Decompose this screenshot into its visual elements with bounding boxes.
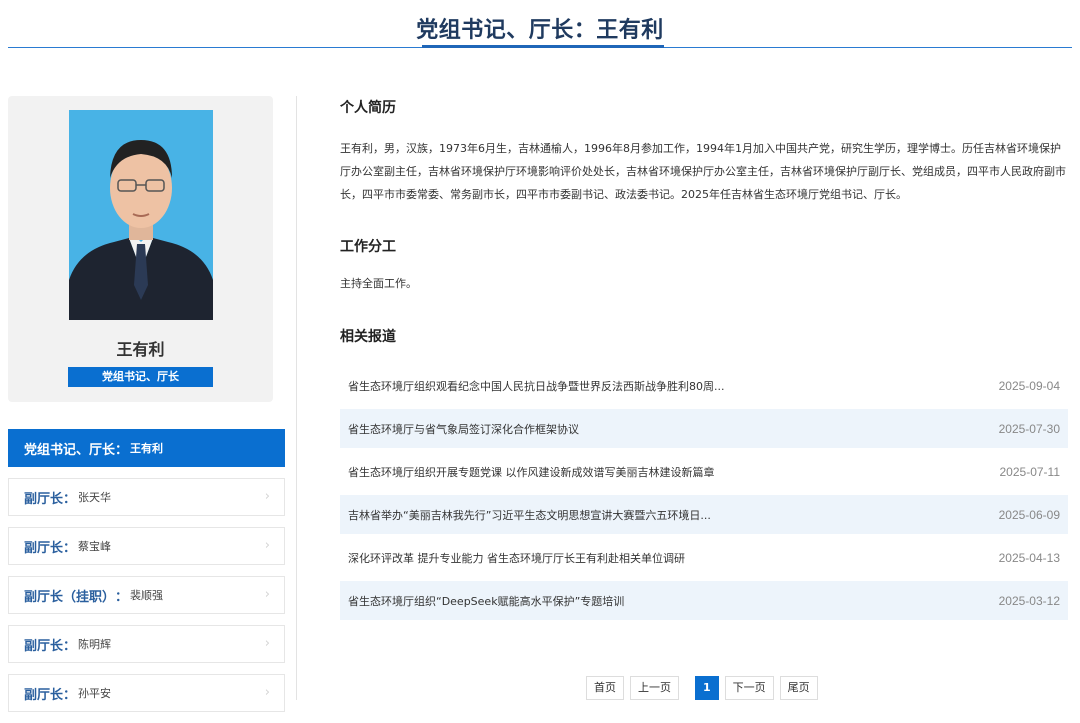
chevron-right-icon: › bbox=[264, 587, 270, 602]
news-item-title[interactable]: 省生态环境厅组织观看纪念中国人民抗日战争暨世界反法西斯战争胜利80周... bbox=[348, 378, 724, 394]
news-item[interactable]: 深化环评改革 提升专业能力 省生态环境厅厅长王有利赴相关单位调研 2025-04… bbox=[340, 538, 1068, 577]
nav-item-separator: ： bbox=[63, 540, 77, 556]
nav-item-separator: ： bbox=[115, 442, 129, 458]
news-item-date: 2025-07-30 bbox=[998, 421, 1060, 436]
current-page-button[interactable]: 1 bbox=[695, 676, 719, 700]
nav-item-separator: ： bbox=[115, 589, 129, 605]
news-item-title[interactable]: 省生态环境厅与省气象局签订深化合作框架协议 bbox=[348, 421, 579, 437]
prev-page-button[interactable]: 上一页 bbox=[630, 676, 679, 700]
news-item-date: 2025-04-13 bbox=[998, 550, 1060, 565]
profile-name: 王有利 bbox=[116, 340, 165, 359]
news-item[interactable]: 吉林省举办“美丽吉林我先行”习近平生态文明思想宣讲大赛暨六五环境日... 202… bbox=[340, 495, 1068, 534]
nav-item-role: 副厅长 bbox=[24, 491, 64, 507]
nav-item-separator: ： bbox=[63, 638, 77, 654]
news-item-date: 2025-07-11 bbox=[999, 464, 1061, 479]
pagination: 首页 上一页 1 下一页 尾页 bbox=[586, 676, 818, 700]
bio-text: 王有利，男，汉族，1973年6月生，吉林通榆人，1996年8月参加工作，1994… bbox=[340, 142, 1066, 201]
nav-item-cai-baofeng[interactable]: 副厅长：蔡宝峰 › bbox=[8, 527, 285, 565]
news-item[interactable]: 省生态环境厅组织观看纪念中国人民抗日战争暨世界反法西斯战争胜利80周... 20… bbox=[340, 366, 1068, 405]
nav-item-name: 张天华 bbox=[78, 491, 112, 504]
news-item-date: 2025-09-04 bbox=[998, 378, 1060, 393]
news-item-title[interactable]: 深化环评改革 提升专业能力 省生态环境厅厅长王有利赴相关单位调研 bbox=[348, 550, 685, 566]
nav-item-separator: ： bbox=[63, 491, 77, 507]
nav-item-name: 孙平安 bbox=[78, 687, 112, 700]
profile-title-badge: 党组书记、厅长 bbox=[68, 367, 213, 387]
nav-item-chen-minghui[interactable]: 副厅长：陈明辉 › bbox=[8, 625, 285, 663]
nav-item-role: 党组书记、厅长 bbox=[24, 442, 116, 458]
nav-item-role: 副厅长 bbox=[24, 638, 64, 654]
news-item-title[interactable]: 吉林省举办“美丽吉林我先行”习近平生态文明思想宣讲大赛暨六五环境日... bbox=[348, 507, 711, 523]
nav-item-role: 副厅长（挂职） bbox=[24, 589, 116, 605]
page-title: 党组书记、厅长：王有利 bbox=[416, 18, 664, 43]
news-item[interactable]: 省生态环境厅与省气象局签订深化合作框架协议 2025-07-30 bbox=[340, 409, 1068, 448]
chevron-right-icon: › bbox=[264, 489, 270, 504]
news-item-date: 2025-03-12 bbox=[998, 593, 1060, 608]
news-item-date: 2025-06-09 bbox=[998, 507, 1060, 522]
duty-text: 主持全面工作。 bbox=[340, 277, 417, 290]
profile-card: 王有利 党组书记、厅长 bbox=[8, 96, 273, 402]
next-page-button[interactable]: 下一页 bbox=[724, 676, 774, 700]
nav-item-sun-pingan[interactable]: 副厅长：孙平安 › bbox=[8, 674, 285, 712]
news-heading: 相关报道 bbox=[340, 329, 396, 345]
nav-item-wang-youli[interactable]: 党组书记、厅长：王有利 bbox=[8, 429, 285, 467]
portrait-photo bbox=[69, 110, 213, 320]
first-page-button[interactable]: 首页 bbox=[586, 676, 624, 700]
last-page-button[interactable]: 尾页 bbox=[779, 676, 818, 700]
title-underline bbox=[422, 45, 664, 48]
nav-item-name: 陈明辉 bbox=[78, 638, 112, 651]
news-list: 省生态环境厅组织观看纪念中国人民抗日战争暨世界反法西斯战争胜利80周... 20… bbox=[340, 366, 1068, 624]
pager-spacer bbox=[685, 676, 689, 700]
leader-nav: 党组书记、厅长：王有利 副厅长：张天华 › 副厅长：蔡宝峰 › 副厅长（挂职）：… bbox=[8, 429, 285, 723]
nav-item-role: 副厅长 bbox=[24, 540, 64, 556]
bio-heading: 个人简历 bbox=[340, 100, 396, 116]
chevron-right-icon: › bbox=[264, 636, 270, 651]
news-item[interactable]: 省生态环境厅组织开展专题党课 以作风建设新成效谱写美丽吉林建设新篇章 2025-… bbox=[340, 452, 1068, 491]
column-divider bbox=[296, 96, 297, 700]
nav-item-name: 王有利 bbox=[130, 442, 164, 455]
nav-item-pei-shunqiang[interactable]: 副厅长（挂职）：裴顺强 › bbox=[8, 576, 285, 614]
chevron-right-icon: › bbox=[264, 538, 270, 553]
nav-item-name: 蔡宝峰 bbox=[78, 540, 112, 553]
nav-item-name: 裴顺强 bbox=[130, 589, 164, 602]
nav-item-zhang-tianhua[interactable]: 副厅长：张天华 › bbox=[8, 478, 285, 516]
page-header: 党组书记、厅长：王有利 bbox=[0, 0, 1080, 48]
portrait-image bbox=[69, 110, 213, 320]
duty-heading: 工作分工 bbox=[340, 239, 396, 255]
news-item[interactable]: 省生态环境厅组织“DeepSeek赋能高水平保护”专题培训 2025-03-12 bbox=[340, 581, 1068, 620]
chevron-right-icon: › bbox=[264, 685, 270, 700]
news-item-title[interactable]: 省生态环境厅组织“DeepSeek赋能高水平保护”专题培训 bbox=[348, 593, 624, 609]
news-item-title[interactable]: 省生态环境厅组织开展专题党课 以作风建设新成效谱写美丽吉林建设新篇章 bbox=[348, 464, 715, 480]
